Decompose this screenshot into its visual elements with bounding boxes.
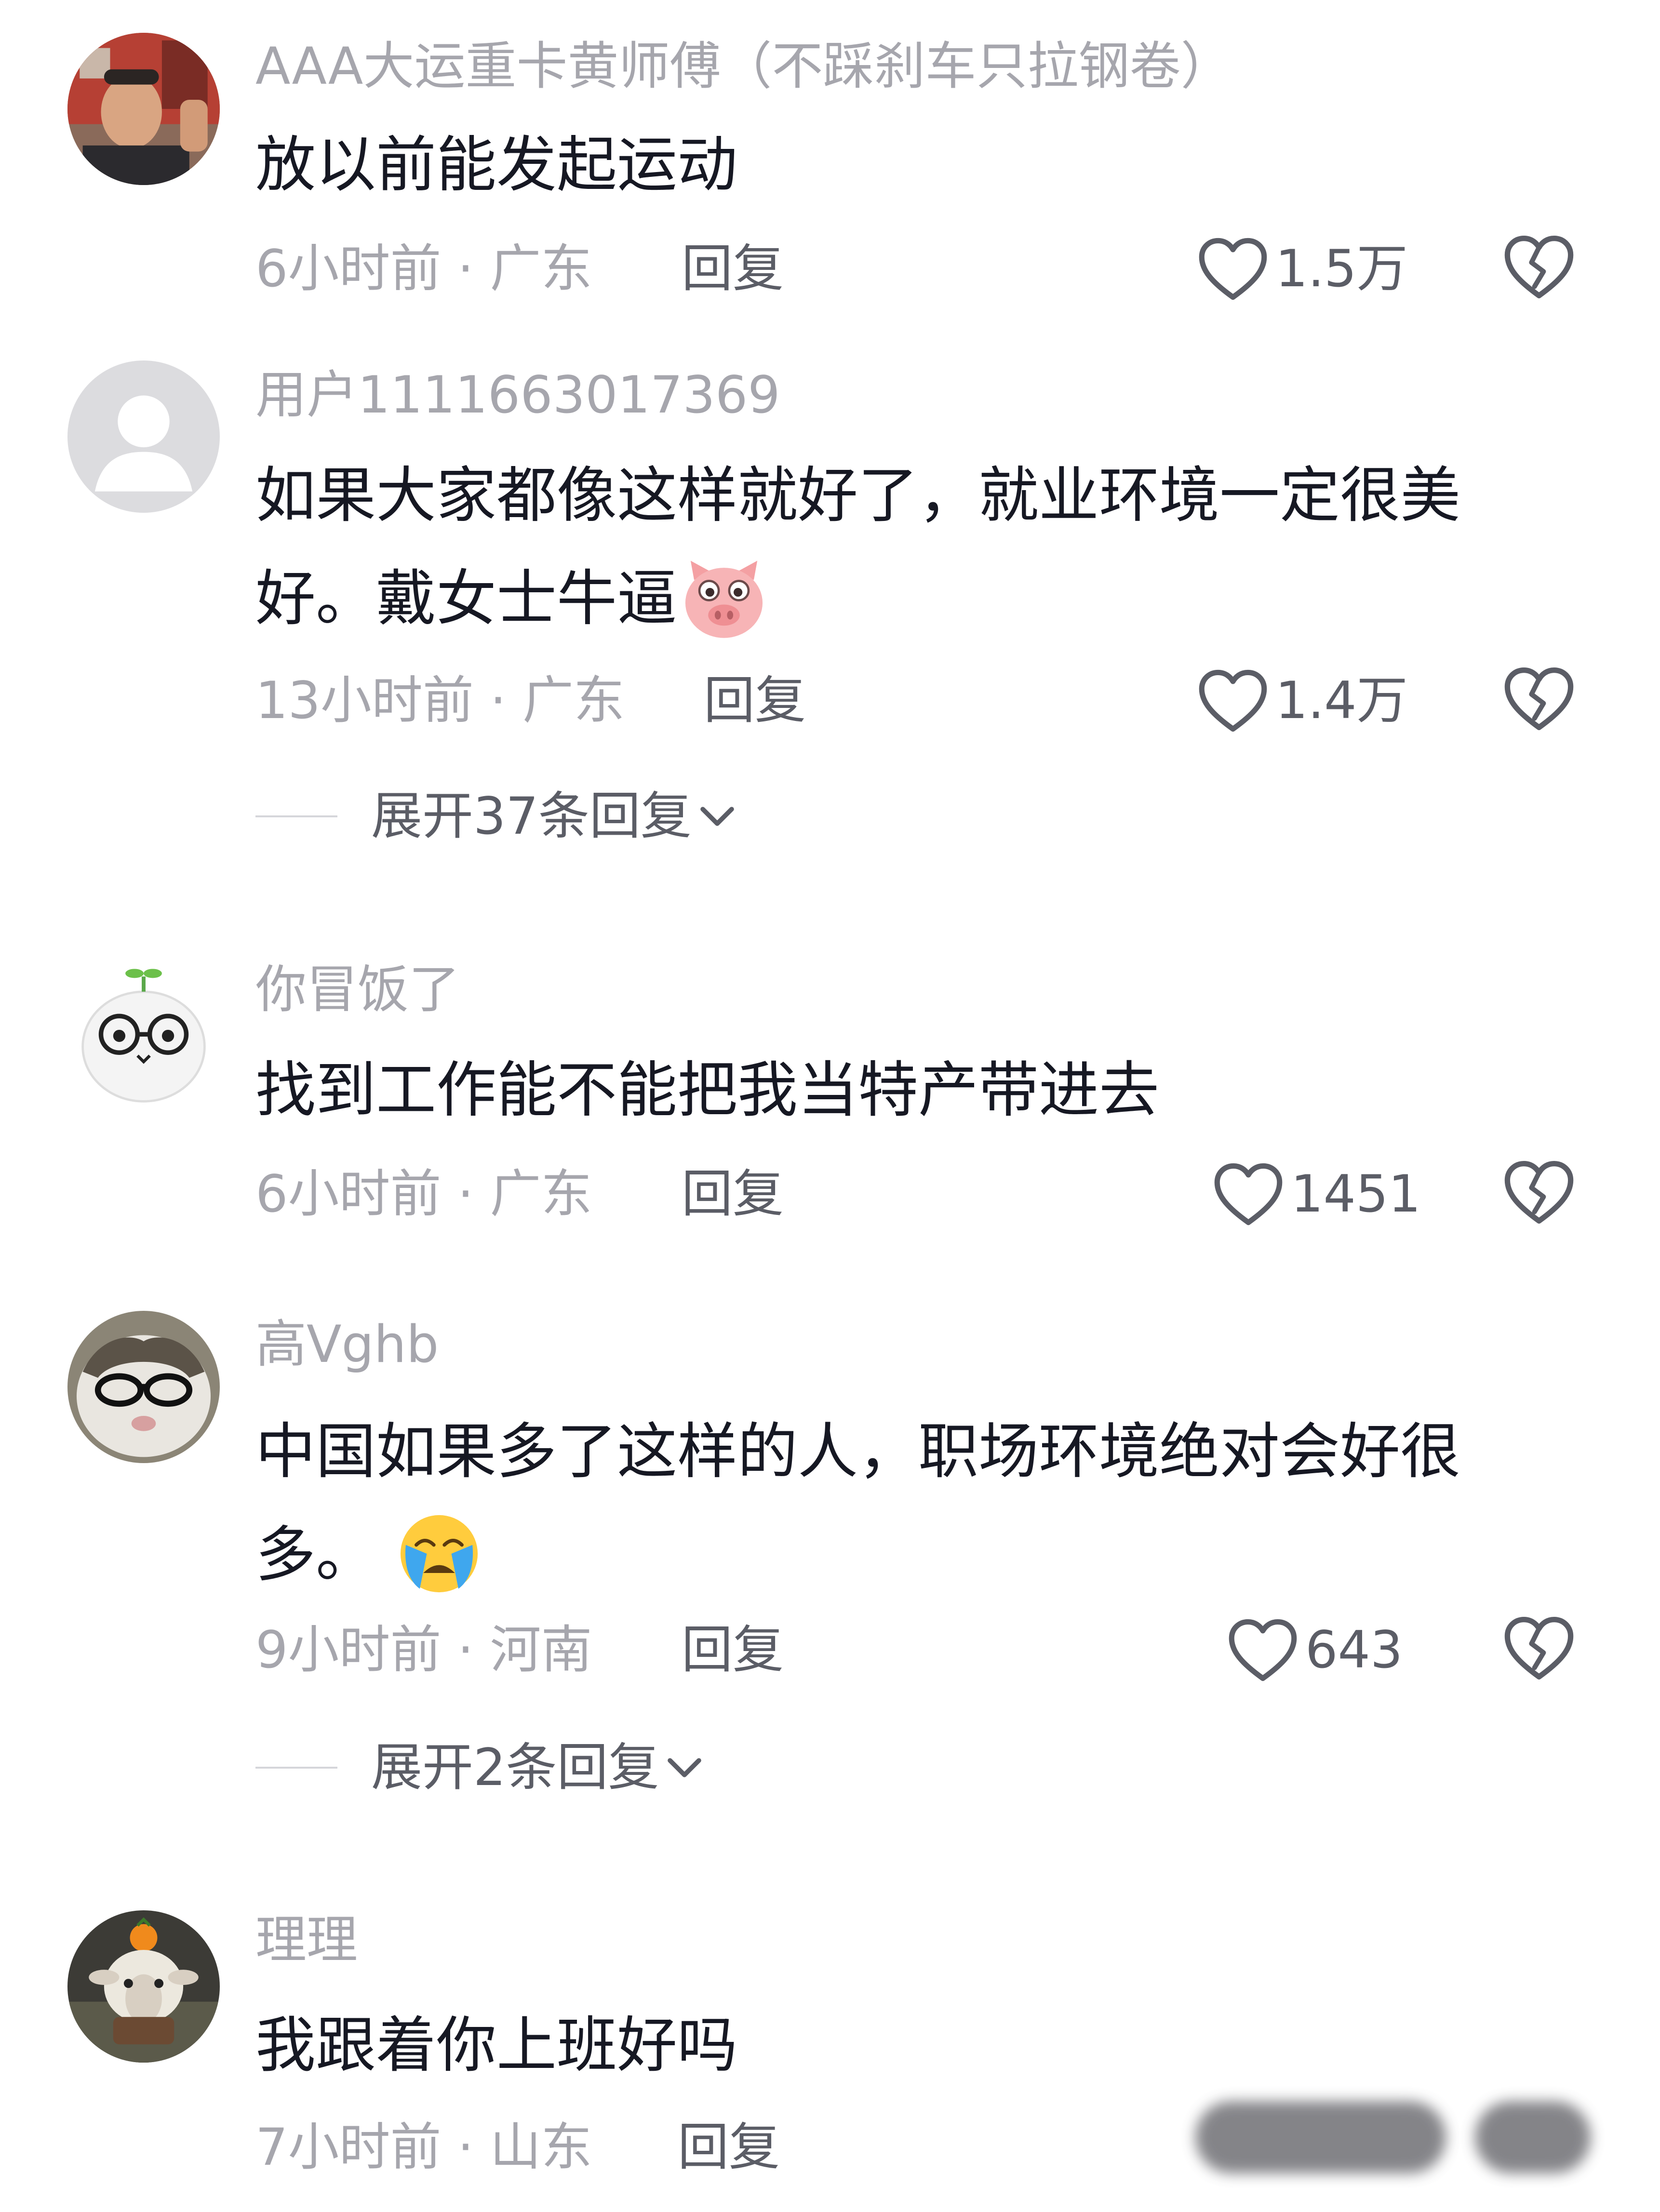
heart-icon	[1229, 1619, 1297, 1681]
comment-text: 如果大家都像这样就好了，就业环境一定很美 好。戴女士牛逼	[255, 444, 1528, 651]
username[interactable]: 你冒饭了	[255, 959, 460, 1020]
like-button[interactable]: 1.5万	[1197, 236, 1408, 302]
comment-meta: 6小时前 · 广东	[255, 239, 592, 298]
reply-button[interactable]: 回复	[682, 238, 784, 299]
username[interactable]: 高Vghb	[255, 1314, 439, 1375]
divider-line	[255, 1766, 337, 1769]
crying-face-emoji	[395, 1510, 483, 1598]
comment-line: 放以前能发起运动	[255, 130, 737, 200]
comment-meta: 7小时前 · 山东	[255, 2118, 592, 2177]
dislike-button[interactable]	[1503, 1614, 1575, 1682]
reply-button[interactable]: 回复	[678, 2117, 780, 2178]
dislike-button[interactable]	[1503, 1159, 1575, 1226]
reply-button[interactable]: 回复	[704, 670, 806, 731]
username[interactable]: AAA大运重卡黄师傅（不踩刹车只拉钢卷）	[255, 36, 1232, 97]
heart-icon	[1214, 1163, 1283, 1226]
comment-list: AAA大运重卡黄师傅（不踩刹车只拉钢卷） 放以前能发起运动 6小时前 · 广东 …	[0, 0, 1660, 2212]
expand-replies-label: 展开2条回复	[371, 1738, 659, 1797]
comment-line: 我跟着你上班好吗	[255, 2011, 737, 2080]
like-button[interactable]: 1.4万	[1197, 668, 1408, 733]
user-avatar[interactable]	[67, 955, 220, 1107]
expand-replies-button[interactable]: 展开37条回复	[255, 786, 736, 847]
pig-emoji	[680, 554, 768, 641]
comment-line: 找到工作能不能把我当特产带进去	[255, 1055, 1159, 1125]
comment-line: 多。	[255, 1504, 1528, 1607]
like-count: 1.5万	[1275, 239, 1408, 299]
divider-line	[255, 815, 337, 817]
comment-text: 我跟着你上班好吗	[255, 1994, 1528, 2097]
comment-line: 中国如果多了这样的人，职场环境绝对会好很	[255, 1417, 1460, 1487]
comment-text: 中国如果多了这样的人，职场环境绝对会好很 多。	[255, 1400, 1528, 1607]
user-avatar[interactable]	[67, 33, 220, 185]
expand-replies-label: 展开37条回复	[371, 786, 692, 846]
like-count: 1451	[1291, 1164, 1421, 1224]
broken-heart-icon	[1504, 1161, 1574, 1224]
reply-button[interactable]: 回复	[682, 1163, 784, 1225]
reply-button[interactable]: 回复	[682, 1619, 784, 1680]
like-count: 1.4万	[1275, 671, 1408, 731]
username[interactable]: 理理	[255, 1909, 358, 1971]
comment-meta: 13小时前 · 广东	[255, 671, 625, 730]
heart-icon	[1199, 669, 1267, 732]
broken-heart-icon	[1504, 667, 1574, 730]
comment-meta: 6小时前 · 广东	[255, 1164, 592, 1224]
like-button[interactable]: 1451	[1213, 1161, 1421, 1227]
comment-meta: 9小时前 · 河南	[255, 1620, 592, 1679]
dislike-button[interactable]	[1503, 233, 1575, 301]
comment-text: 找到工作能不能把我当特产带进去	[255, 1039, 1528, 1142]
user-avatar[interactable]	[67, 360, 220, 513]
broken-heart-icon	[1504, 236, 1574, 298]
dislike-button[interactable]	[1475, 2101, 1591, 2173]
user-avatar[interactable]	[67, 1311, 220, 1463]
like-button[interactable]: 643	[1227, 1617, 1403, 1683]
like-count: 643	[1305, 1620, 1403, 1680]
comment-line: 如果大家都像这样就好了，就业环境一定很美	[255, 461, 1460, 531]
broken-heart-icon	[1504, 1617, 1574, 1679]
like-button[interactable]	[1195, 2101, 1446, 2173]
chevron-down-icon	[700, 806, 734, 826]
username[interactable]: 用户1111663017369	[255, 364, 780, 426]
chevron-down-icon	[668, 1758, 702, 1777]
expand-replies-button[interactable]: 展开2条回复	[255, 1737, 703, 1798]
heart-icon	[1199, 238, 1267, 300]
comment-text: 放以前能发起运动	[255, 114, 1528, 217]
comment-line: 好。戴女士牛逼	[255, 547, 1528, 651]
user-avatar[interactable]	[67, 1910, 220, 2063]
dislike-button[interactable]	[1503, 665, 1575, 733]
